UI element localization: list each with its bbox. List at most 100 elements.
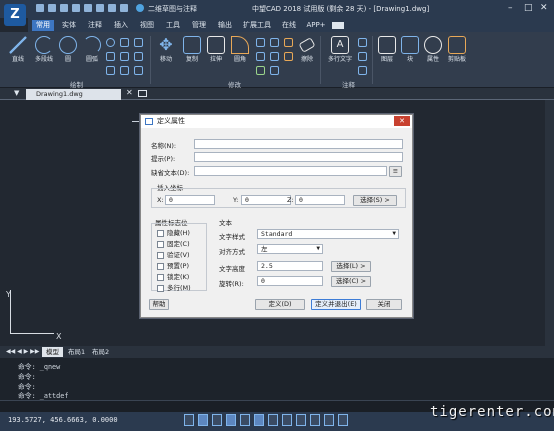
tab-view[interactable]: 视图	[136, 20, 158, 31]
copy-button[interactable]: 复制	[180, 36, 204, 63]
table-icon[interactable]	[358, 66, 367, 75]
tab-ext-tools[interactable]: 扩展工具	[240, 20, 274, 31]
flag-hidden-checkbox[interactable]: 隐藏(H)	[157, 227, 190, 237]
save-icon[interactable]	[60, 4, 68, 12]
leader-icon[interactable]	[358, 52, 367, 61]
tab-toggle-icon[interactable]	[332, 22, 344, 29]
circle-button[interactable]: 圆	[58, 36, 78, 63]
tab-tools[interactable]: 工具	[162, 20, 184, 31]
justify-select[interactable]: 左 ▼	[257, 244, 323, 254]
rotation-input[interactable]: 0	[257, 276, 323, 286]
polygon-icon[interactable]	[120, 52, 129, 61]
tab-annotate[interactable]: 注释	[84, 20, 106, 31]
tab-manage[interactable]: 管理	[188, 20, 210, 31]
tab-online[interactable]: 在线	[278, 20, 300, 31]
canvas-scrollbar[interactable]	[545, 100, 554, 346]
dim-icon[interactable]	[358, 38, 367, 47]
region-icon[interactable]	[134, 52, 143, 61]
offset-icon[interactable]	[256, 66, 265, 75]
boundary-icon[interactable]	[134, 66, 143, 75]
close-icon[interactable]: ✕	[540, 3, 548, 13]
pick-rotation-button[interactable]: 选择(C) >	[331, 276, 371, 287]
tab-close-icon[interactable]: ✕	[126, 88, 133, 97]
move-button[interactable]: ✥ 移动	[154, 36, 178, 64]
y-input[interactable]: 0	[241, 195, 291, 205]
text-height-input[interactable]: 2.5	[257, 261, 323, 271]
block-button[interactable]: 块	[400, 36, 420, 63]
text-style-select[interactable]: Standard ▼	[257, 229, 399, 239]
tab-insert[interactable]: 插入	[110, 20, 132, 31]
mtext-button[interactable]: A 多行文字	[324, 36, 356, 63]
point-icon[interactable]	[106, 66, 115, 75]
field-insert-button[interactable]: ≡	[389, 166, 402, 177]
workspace-icon[interactable]	[136, 4, 144, 12]
hatch-icon[interactable]	[134, 38, 143, 47]
flag-lock-checkbox[interactable]: 锁定(K)	[157, 271, 189, 281]
x-input[interactable]: 0	[165, 195, 215, 205]
layer-button[interactable]: 图层	[376, 36, 398, 63]
stretch-button[interactable]: 拉伸	[204, 36, 228, 63]
tab-solid[interactable]: 实体	[58, 20, 80, 31]
otrack-toggle-icon[interactable]	[254, 414, 264, 426]
clipboard-button[interactable]: 剪贴板	[446, 36, 468, 63]
define-exit-button[interactable]: 定义并退出(E)	[311, 299, 361, 310]
open-icon[interactable]	[48, 4, 56, 12]
lineweight-toggle-icon[interactable]	[268, 414, 278, 426]
maximize-icon[interactable]: □	[524, 3, 533, 13]
tab-layout1[interactable]: 布局1	[64, 347, 89, 357]
saveas-icon[interactable]	[72, 4, 80, 12]
dyn-toggle-icon[interactable]	[282, 414, 292, 426]
grid-toggle-icon[interactable]	[198, 414, 208, 426]
flag-constant-checkbox[interactable]: 固定(C)	[157, 238, 190, 248]
pick-point-button[interactable]: 选择(S) >	[353, 195, 397, 206]
trim-icon[interactable]	[284, 38, 293, 47]
flag-preset-checkbox[interactable]: 预置(P)	[157, 260, 189, 270]
flag-multiline-checkbox[interactable]: 多行(M)	[157, 282, 191, 292]
tab-nav-icon[interactable]: ◀◀ ◀ ▶ ▶▶	[6, 348, 39, 355]
document-tab[interactable]: Drawing1.dwg	[26, 89, 121, 100]
name-input[interactable]	[194, 139, 403, 149]
tab-menu-icon[interactable]: ▼	[14, 89, 19, 97]
flag-verify-checkbox[interactable]: 验证(V)	[157, 249, 190, 259]
define-button[interactable]: 定义(D)	[255, 299, 305, 310]
arc-button[interactable]: 圆弧	[82, 36, 102, 63]
polar-toggle-icon[interactable]	[226, 414, 236, 426]
tab-home[interactable]: 常用	[32, 20, 54, 31]
ortho-toggle-icon[interactable]	[212, 414, 222, 426]
extend-icon[interactable]	[284, 52, 293, 61]
tab-model[interactable]: 模型	[42, 347, 63, 357]
ellipse-icon[interactable]	[106, 38, 115, 47]
new-tab-icon[interactable]	[138, 90, 147, 97]
annotation-toggle-icon[interactable]	[338, 414, 348, 426]
polyline-button[interactable]: 多段线	[32, 36, 56, 63]
plot-icon[interactable]	[96, 4, 104, 12]
default-text-input[interactable]	[194, 166, 387, 176]
snap-toggle-icon[interactable]	[184, 414, 194, 426]
model-toggle-icon[interactable]	[296, 414, 306, 426]
dialog-close-icon[interactable]: ✕	[394, 116, 410, 126]
rect-icon[interactable]	[120, 38, 129, 47]
pick-height-button[interactable]: 选择(L) >	[331, 261, 371, 272]
explode-icon[interactable]	[270, 66, 279, 75]
undo-icon[interactable]	[108, 4, 116, 12]
fillet-button[interactable]: 圆角	[228, 36, 252, 63]
minimize-icon[interactable]: –	[508, 3, 513, 13]
close-button[interactable]: 关闭	[366, 299, 402, 310]
print-icon[interactable]	[84, 4, 92, 12]
revcloud-icon[interactable]	[120, 66, 129, 75]
array-icon[interactable]	[270, 52, 279, 61]
help-button[interactable]: 帮助	[149, 299, 169, 310]
prompt-input[interactable]	[194, 152, 403, 162]
z-input[interactable]: 0	[295, 195, 345, 205]
app-logo-icon[interactable]: Z	[4, 4, 26, 26]
tab-layout2[interactable]: 布局2	[88, 347, 113, 357]
properties-button[interactable]: 属性	[422, 36, 444, 63]
command-window[interactable]: 命令: _qnew 命令: 命令: 命令: _attdef	[0, 358, 554, 400]
mirror-icon[interactable]	[270, 38, 279, 47]
erase-button[interactable]: 擦除	[296, 36, 318, 63]
workspace-selector[interactable]: 二维草图与注释	[148, 4, 197, 14]
tab-app[interactable]: APP+	[304, 20, 328, 31]
new-icon[interactable]	[36, 4, 44, 12]
tpy-toggle-icon[interactable]	[324, 414, 334, 426]
redo-icon[interactable]	[120, 4, 128, 12]
